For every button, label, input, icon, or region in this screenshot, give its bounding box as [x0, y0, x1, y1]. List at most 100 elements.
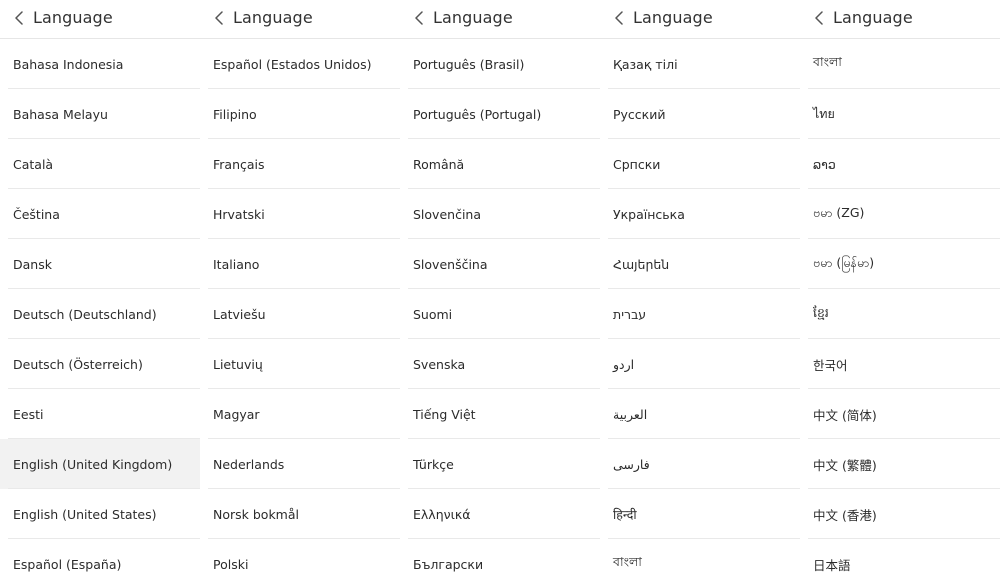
language-option-label: 日本語: [813, 557, 851, 573]
language-option-label: বাংলা: [613, 554, 642, 569]
language-option-label: Magyar: [213, 406, 260, 422]
language-option[interactable]: 한국어: [800, 339, 1000, 389]
language-option-label: Nederlands: [213, 456, 285, 472]
language-option-label: Српски: [613, 156, 661, 172]
language-option-label: Français: [213, 156, 265, 172]
language-option[interactable]: 中文 (繁體): [800, 439, 1000, 489]
language-screen: Language Português (Brasil) Português (Por…: [400, 0, 600, 580]
language-option[interactable]: اردو: [600, 339, 800, 389]
language-option-label: Қазақ тілі: [613, 56, 678, 72]
language-option[interactable]: 日本語: [800, 539, 1000, 580]
language-option-label: Português (Brasil): [413, 56, 525, 72]
language-option[interactable]: Български: [400, 539, 600, 580]
language-option-label: اردو: [613, 356, 635, 372]
language-option[interactable]: Lietuvių: [200, 339, 400, 389]
language-option[interactable]: ខ្មែរ: [800, 289, 1000, 339]
language-option[interactable]: Ελληνικά: [400, 489, 600, 539]
language-option-label: עברית: [613, 306, 647, 322]
language-option[interactable]: Deutsch (Österreich): [0, 339, 200, 389]
language-option[interactable]: ဗမာ (ZG): [800, 189, 1000, 239]
page-title: Language: [33, 8, 113, 27]
language-option-label: Latviešu: [213, 306, 266, 322]
language-screen: Language Bahasa Indonesia Bahasa Melayu Cat…: [0, 0, 200, 580]
chevron-left-icon: [815, 11, 823, 25]
language-option-label: Deutsch (Österreich): [13, 356, 143, 372]
language-option[interactable]: 中文 (香港): [800, 489, 1000, 539]
language-option[interactable]: فارسی: [600, 439, 800, 489]
header-bar: Language: [600, 0, 800, 39]
language-option[interactable]: Deutsch (Deutschland): [0, 289, 200, 339]
language-option[interactable]: ဗမာ (မြန်မာ): [800, 239, 1000, 289]
language-option[interactable]: ລາວ: [800, 139, 1000, 189]
language-option[interactable]: Polski: [200, 539, 400, 580]
language-option[interactable]: Nederlands: [200, 439, 400, 489]
language-screen: Language Español (Estados Unidos) Filipino…: [200, 0, 400, 580]
language-option[interactable]: Slovenčina: [400, 189, 600, 239]
language-option[interactable]: English (United States): [0, 489, 200, 539]
language-option[interactable]: Українська: [600, 189, 800, 239]
language-option[interactable]: Dansk: [0, 239, 200, 289]
language-option-label: Norsk bokmål: [213, 506, 299, 522]
language-option[interactable]: Latviešu: [200, 289, 400, 339]
language-option[interactable]: Français: [200, 139, 400, 189]
language-option-label: Bahasa Indonesia: [13, 56, 124, 72]
language-option-label: Slovenščina: [413, 256, 488, 272]
language-option-label: Türkçe: [413, 456, 454, 472]
back-button[interactable]: [408, 6, 430, 30]
language-option[interactable]: Српски: [600, 139, 800, 189]
language-option[interactable]: Norsk bokmål: [200, 489, 400, 539]
language-option-label: العربية: [613, 406, 648, 422]
language-option[interactable]: עברית: [600, 289, 800, 339]
back-button[interactable]: [208, 6, 230, 30]
language-option[interactable]: العربية: [600, 389, 800, 439]
language-option-label: Hrvatski: [213, 206, 265, 222]
language-option[interactable]: Italiano: [200, 239, 400, 289]
language-option[interactable]: Русский: [600, 89, 800, 139]
language-option-label: Português (Portugal): [413, 106, 542, 122]
language-option[interactable]: ไทย: [800, 89, 1000, 139]
language-option-label: English (United Kingdom): [13, 456, 173, 472]
language-option[interactable]: Svenska: [400, 339, 600, 389]
language-option[interactable]: Suomi: [400, 289, 600, 339]
language-option-label: Română: [413, 156, 465, 172]
back-button[interactable]: [8, 6, 30, 30]
language-option[interactable]: Հայերեն: [600, 239, 800, 289]
language-option[interactable]: Català: [0, 139, 200, 189]
language-option-label: Български: [413, 556, 484, 572]
language-option[interactable]: Türkçe: [400, 439, 600, 489]
language-option[interactable]: Português (Brasil): [400, 39, 600, 89]
back-button[interactable]: [808, 6, 830, 30]
language-option[interactable]: Español (Estados Unidos): [200, 39, 400, 89]
language-option[interactable]: Bahasa Indonesia: [0, 39, 200, 89]
language-option[interactable]: Bahasa Melayu: [0, 89, 200, 139]
language-list: বাংলা ไทย ລາວ ဗမာ (ZG) ဗမာ (မြန်မာ) ខ្មែរ 한국어 中…: [800, 39, 1000, 580]
language-option-label: ខ្មែរ: [813, 304, 829, 320]
back-button[interactable]: [608, 6, 630, 30]
language-option-label: Tiếng Việt: [413, 406, 476, 422]
language-option[interactable]: Hrvatski: [200, 189, 400, 239]
language-option[interactable]: Português (Portugal): [400, 89, 600, 139]
language-option[interactable]: Magyar: [200, 389, 400, 439]
language-screens: Language Bahasa Indonesia Bahasa Melayu Cat…: [0, 0, 1000, 580]
language-option[interactable]: Español (España): [0, 539, 200, 580]
language-option-label: Čeština: [13, 206, 60, 222]
language-option-label: 中文 (香港): [813, 507, 877, 523]
language-option[interactable]: Tiếng Việt: [400, 389, 600, 439]
language-option[interactable]: বাংলা: [600, 539, 800, 580]
language-option[interactable]: Čeština: [0, 189, 200, 239]
language-option[interactable]: हिन्दी: [600, 489, 800, 539]
language-option-label: ไทย: [813, 106, 835, 121]
language-option-label: 한국어: [813, 357, 848, 373]
language-option[interactable]: 中文 (简体): [800, 389, 1000, 439]
language-option-label: Հայերեն: [613, 256, 670, 272]
language-option[interactable]: Қазақ тілі: [600, 39, 800, 89]
language-option[interactable]: Filipino: [200, 89, 400, 139]
language-option[interactable]: Română: [400, 139, 600, 189]
language-option-label: Lietuvių: [213, 356, 263, 372]
header-bar: Language: [200, 0, 400, 39]
language-option-label: 中文 (繁體): [813, 457, 877, 473]
language-option[interactable]: English (United Kingdom): [0, 439, 200, 489]
language-option[interactable]: বাংলা: [800, 39, 1000, 89]
language-option[interactable]: Eesti: [0, 389, 200, 439]
language-option[interactable]: Slovenščina: [400, 239, 600, 289]
